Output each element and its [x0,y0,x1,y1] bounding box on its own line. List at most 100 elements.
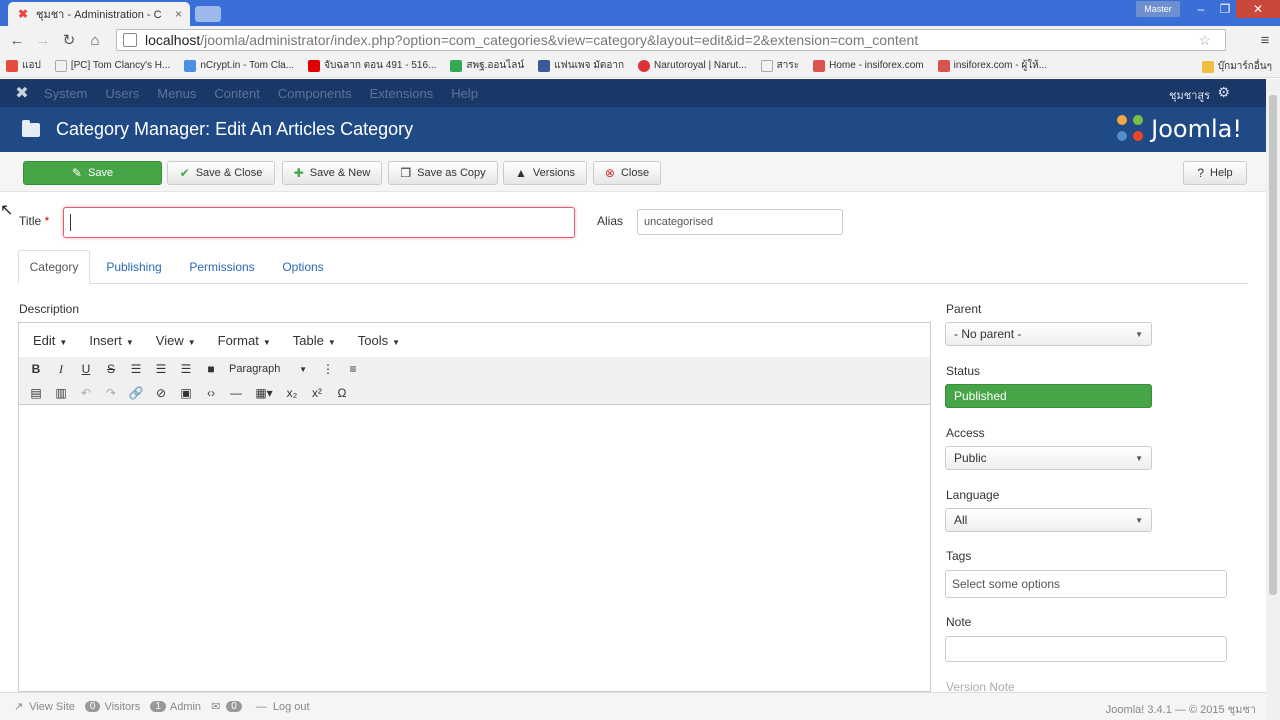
code-icon[interactable]: ‹› [200,382,222,404]
link-icon[interactable]: 🔗 [125,382,147,404]
alias-input[interactable] [637,209,843,235]
access-label: Access [946,426,985,440]
save-new-button[interactable]: ✚ Save & New [282,161,382,185]
joomla-logo-icon[interactable]: ✖ [0,83,44,103]
superscript-icon[interactable]: x² [306,382,328,404]
bookmark-item[interactable]: Narutoroyal | Narut... [638,59,747,72]
outdent-icon[interactable]: ▤ [25,382,47,404]
save-button[interactable]: ✎ Save [23,161,162,185]
numbered-list-icon[interactable]: ≡ [342,358,364,380]
action-toolbar: ✎ Save ✔ Save & Close ✚ Save & New ❐ Save as… [0,152,1266,192]
align-center-icon[interactable]: ☰ [150,358,172,380]
other-bookmarks[interactable]: บุ๊กมาร์กอื่นๆ [1201,59,1272,74]
menu-extensions[interactable]: Extensions [370,86,434,101]
tab-category[interactable]: Category [18,250,90,284]
page-title: Category Manager: Edit An Articles Categ… [56,119,414,139]
bookmark-star-icon[interactable]: ☆ [1198,32,1217,49]
bookmark-item[interactable]: nCrypt.in - Tom Cla... [184,59,294,72]
save-copy-button[interactable]: ❐ Save as Copy [388,161,498,185]
bookmark-item[interactable]: insiforex.com - ผู้ให้... [937,58,1047,73]
bookmark-item[interactable]: แอป [6,58,41,73]
scroll-thumb[interactable] [1269,95,1277,595]
browser-tab[interactable]: ✖ ชุมชา - Administration - C × [8,2,190,26]
site-icon [184,59,197,72]
subscript-icon[interactable]: x₂ [281,382,303,404]
chevron-down-icon: ▼ [1135,453,1143,463]
menu-help[interactable]: Help [451,86,478,101]
bookmark-item[interactable]: สาระ [760,58,799,73]
editor-menu-insert[interactable]: Insert ▼ [89,333,133,348]
menu-components[interactable]: Components [278,86,352,101]
note-label: Note [946,615,972,629]
tab-close-icon[interactable]: × [175,7,182,21]
forward-icon[interactable]: → [30,27,56,53]
access-select[interactable]: Public ▼ [945,446,1152,470]
menu-users[interactable]: Users [105,86,139,101]
title-input[interactable] [63,207,575,238]
minimize-icon[interactable]: – [1188,0,1214,18]
italic-icon[interactable]: I [50,358,72,380]
page-icon [760,59,773,72]
redo-icon[interactable]: ↷ [100,382,122,404]
menu-content[interactable]: Content [214,86,260,101]
unlink-icon[interactable]: ⊘ [150,382,172,404]
tab-publishing[interactable]: Publishing [98,250,170,284]
format-select[interactable]: Paragraph ▼ [225,359,311,379]
home-icon[interactable]: ⌂ [82,27,108,53]
logout-link[interactable]: — Log out [256,701,310,713]
align-left-icon[interactable]: ☰ [125,358,147,380]
bookmark-item[interactable]: สพฐ.ออนไลน์ [450,58,524,73]
table-icon[interactable]: ▦▾ [250,382,278,404]
close-button[interactable]: ⊗ Close [593,161,661,185]
gear-icon[interactable]: ⚙ [1217,84,1230,101]
indent-icon[interactable]: ▥ [50,382,72,404]
back-icon[interactable]: ← [4,27,30,53]
menu-menus[interactable]: Menus [157,86,196,101]
save-close-button[interactable]: ✔ Save & Close [167,161,275,185]
address-bar[interactable]: localhost /joomla/administrator/index.ph… [116,29,1226,51]
versions-button[interactable]: ▲ Versions [503,161,587,185]
special-char-icon[interactable]: Ω [331,382,353,404]
messages-count[interactable]: ✉ 0 [211,700,246,713]
view-site-link[interactable]: ↗ View Site [14,700,75,714]
reload-icon[interactable]: ↻ [56,27,82,53]
cancel-icon: ⊗ [604,166,615,180]
page-icon [54,59,67,72]
editor-menu-format[interactable]: Format ▼ [218,333,271,348]
bookmark-item[interactable]: จับฉลาก ตอน 491 - 516... [308,58,436,73]
editor-menu-table[interactable]: Table ▼ [293,333,336,348]
bullet-list-icon[interactable]: ⋮ [317,358,339,380]
language-select[interactable]: All ▼ [945,508,1152,532]
parent-select[interactable]: - No parent - ▼ [945,322,1152,346]
page-scrollbar[interactable] [1266,79,1280,720]
underline-icon[interactable]: U [75,358,97,380]
maximize-icon[interactable]: ❐ [1212,0,1238,18]
profile-badge[interactable]: Master [1136,1,1180,17]
user-menu[interactable]: ชุมชาสูร [1169,86,1210,104]
bookmark-item[interactable]: แฟนเพจ มัดอาก [538,58,624,73]
bold-icon[interactable]: B [25,358,47,380]
bookmark-item[interactable]: [PC] Tom Clancy's H... [54,59,170,72]
align-right-icon[interactable]: ☰ [175,358,197,380]
help-button[interactable]: ? Help [1183,161,1247,185]
apps-icon [6,59,18,72]
tags-input[interactable]: Select some options [945,570,1227,598]
menu-icon[interactable]: ≡ [1252,27,1278,53]
new-tab-button[interactable] [195,6,221,22]
note-input[interactable] [945,636,1227,662]
menu-system[interactable]: System [44,86,87,101]
tab-permissions[interactable]: Permissions [180,250,264,284]
window-close-icon[interactable]: ✕ [1236,0,1280,18]
bookmark-item[interactable]: Home - insiforex.com [813,59,924,72]
editor-menu-tools[interactable]: Tools ▼ [358,333,400,348]
strikethrough-icon[interactable]: S [100,358,122,380]
image-icon[interactable]: ▣ [175,382,197,404]
status-select[interactable]: Published [945,384,1152,408]
horizontal-rule-icon[interactable]: — [225,382,247,404]
editor-menu-view[interactable]: View ▼ [156,333,196,348]
align-justify-icon[interactable]: ■ [200,358,222,380]
editor-menu-edit[interactable]: Edit ▼ [33,333,67,348]
site-icon [450,59,463,72]
tab-options[interactable]: Options [274,250,332,284]
undo-icon[interactable]: ↶ [75,382,97,404]
